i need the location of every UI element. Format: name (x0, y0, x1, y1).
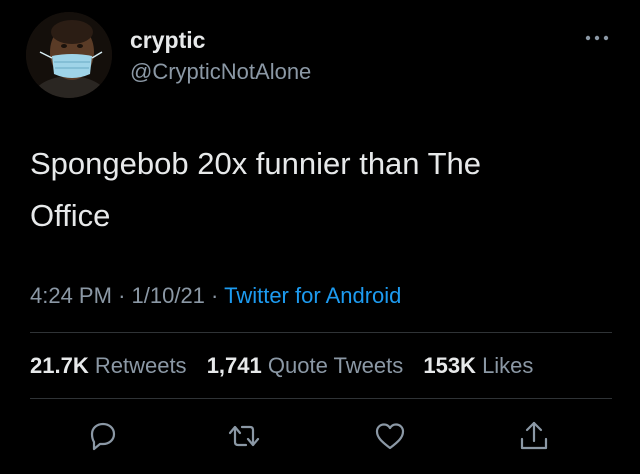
like-icon[interactable] (372, 418, 408, 454)
profile-avatar-image (26, 12, 112, 98)
divider (30, 332, 612, 333)
likes-stat[interactable]: 153K Likes (423, 353, 533, 378)
retweets-count: 21.7K (30, 353, 89, 378)
retweet-icon[interactable] (226, 418, 262, 454)
tweet-text-line-2: Office (30, 198, 111, 233)
display-name[interactable]: cryptic (130, 26, 205, 54)
divider (30, 398, 612, 399)
avatar[interactable] (26, 12, 112, 98)
quote-tweets-label: Quote Tweets (267, 353, 404, 378)
tweet-source-link[interactable]: Twitter for Android (224, 283, 401, 308)
more-options-icon[interactable] (582, 30, 612, 46)
tweet-text: Spongebob 20x funnier than The Office (30, 138, 610, 242)
tweet-date[interactable]: 1/10/21 (132, 283, 205, 308)
tweet-text-line-1: Spongebob 20x funnier than The (30, 146, 482, 181)
likes-label: Likes (482, 353, 534, 378)
user-handle[interactable]: @CrypticNotAlone (130, 58, 311, 86)
tweet-stats: 21.7K Retweets 1,741 Quote Tweets 153K L… (30, 352, 547, 380)
retweets-stat[interactable]: 21.7K Retweets (30, 353, 187, 378)
quote-tweets-count: 1,741 (206, 353, 262, 378)
reply-icon[interactable] (84, 418, 120, 454)
likes-count: 153K (423, 353, 476, 378)
tweet-meta: 4:24 PM · 1/10/21 · Twitter for Android (30, 282, 401, 310)
meta-separator: · (118, 283, 126, 308)
share-icon[interactable] (516, 418, 552, 454)
quote-tweets-stat[interactable]: 1,741 Quote Tweets (207, 353, 404, 378)
tweet-time[interactable]: 4:24 PM (30, 283, 112, 308)
retweets-label: Retweets (94, 353, 187, 378)
tweet-card: cryptic @CrypticNotAlone Spongebob 20x f… (0, 0, 640, 474)
meta-separator: · (211, 283, 219, 308)
